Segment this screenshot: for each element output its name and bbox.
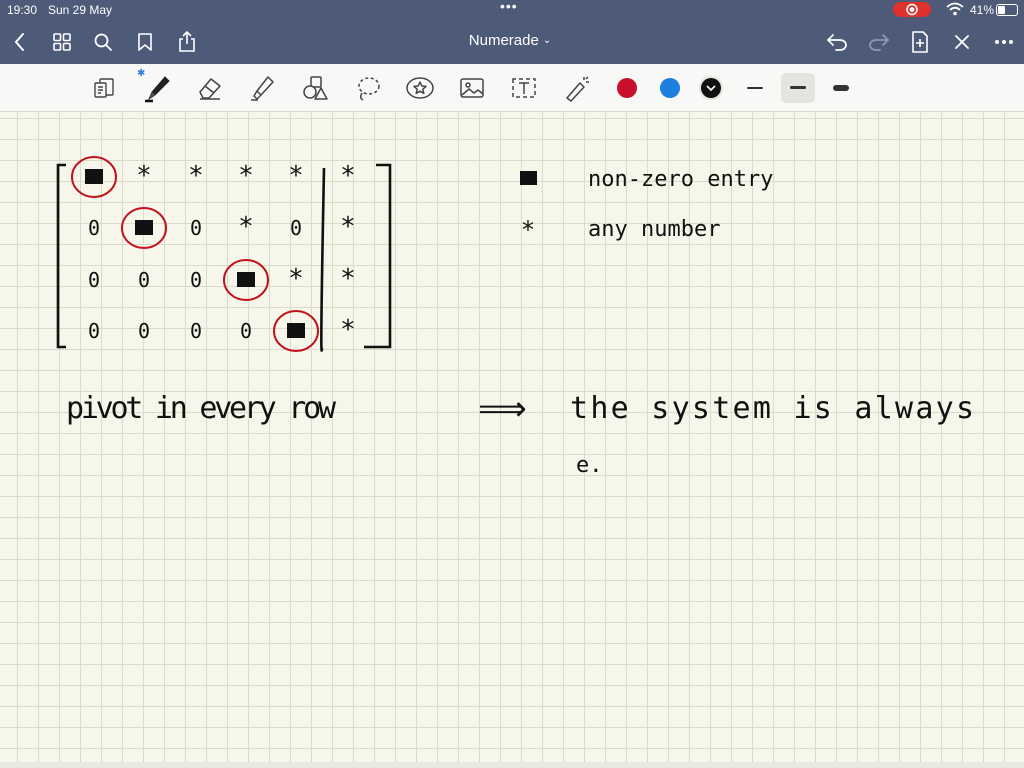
matrix-entry: 0 xyxy=(240,319,252,343)
matrix-entry: * xyxy=(340,264,356,294)
redo-icon[interactable] xyxy=(865,28,893,56)
stroke-thin[interactable] xyxy=(738,73,772,103)
pivot-entry xyxy=(85,169,103,184)
more-icon[interactable] xyxy=(990,28,1018,56)
eraser-icon[interactable] xyxy=(194,72,226,104)
matrix-entry: 0 xyxy=(88,319,100,343)
statement-arrow: ⟹ xyxy=(478,389,527,429)
color-black[interactable] xyxy=(701,78,721,98)
image-icon[interactable] xyxy=(456,72,488,104)
status-bar: 19:30 Sun 29 May ••• 41% xyxy=(0,0,1024,20)
close-icon[interactable] xyxy=(948,28,976,56)
matrix-entry: * xyxy=(188,161,204,191)
pivot-entry xyxy=(237,272,255,287)
matrix-entry: 0 xyxy=(88,268,100,292)
battery-percent: 41% xyxy=(970,3,995,17)
legend-label-any: any number xyxy=(588,217,720,242)
screen-record-icon[interactable] xyxy=(893,2,931,17)
battery-icon xyxy=(996,4,1018,16)
bookmark-icon[interactable] xyxy=(131,28,159,56)
document-title[interactable]: Numerade ⌄ xyxy=(440,32,580,49)
highlighter-icon[interactable] xyxy=(246,72,278,104)
matrix-entry: * xyxy=(340,315,356,345)
search-icon[interactable] xyxy=(89,28,117,56)
page-bottom-edge xyxy=(0,762,1024,768)
stickers-icon[interactable] xyxy=(404,72,436,104)
status-time: 19:30 xyxy=(7,3,38,17)
matrix-entry: * xyxy=(288,264,304,294)
matrix-entry: * xyxy=(238,212,254,242)
matrix-entry: 0 xyxy=(138,319,150,343)
stroke-thick[interactable] xyxy=(824,73,858,103)
augment-line xyxy=(320,167,326,352)
matrix-left-bracket xyxy=(56,163,66,349)
legend-symbol-nonzero xyxy=(520,171,537,185)
legend-label-nonzero: non-zero entry xyxy=(588,167,773,192)
matrix-entry: * xyxy=(238,161,254,191)
undo-icon[interactable] xyxy=(823,28,851,56)
handwriting-layer: * * * * * 0 0 * 0 * 0 0 0 * * 0 0 0 0 * non-zero entry * any n… xyxy=(56,156,974,478)
stroke-medium[interactable] xyxy=(781,73,815,103)
color-red[interactable] xyxy=(617,78,637,98)
color-blue[interactable] xyxy=(660,78,680,98)
matrix-entry: 0 xyxy=(190,268,202,292)
laser-pointer-icon[interactable] xyxy=(561,72,593,104)
nav-bar: Numerade ⌄ xyxy=(0,20,1024,64)
matrix-entry: * xyxy=(288,161,304,191)
bluetooth-icon: ✱ xyxy=(137,68,146,79)
legend-symbol-any: * xyxy=(521,216,535,244)
multitasking-dots[interactable]: ••• xyxy=(500,0,518,14)
note-canvas[interactable]: * * * * * 0 0 * 0 * 0 0 0 * * 0 0 0 0 * non-zero entry * any n… xyxy=(0,112,1024,762)
matrix-entry: 0 xyxy=(190,216,202,240)
statement-continuation: e. xyxy=(576,453,603,478)
wifi-icon xyxy=(946,2,964,16)
grid-icon[interactable] xyxy=(48,28,76,56)
toolbar: ✱ xyxy=(0,64,1024,112)
matrix-entry: 0 xyxy=(290,216,302,240)
matrix-entry: * xyxy=(340,161,356,191)
matrix-entry: 0 xyxy=(190,319,202,343)
statement-left: pivot in every row xyxy=(66,391,337,426)
lasso-icon[interactable] xyxy=(352,72,384,104)
text-icon[interactable] xyxy=(508,72,540,104)
document-title-text: Numerade xyxy=(468,32,539,49)
shapes-icon[interactable] xyxy=(299,72,331,104)
matrix-entry: 0 xyxy=(88,216,100,240)
share-icon[interactable] xyxy=(173,28,201,56)
pivot-entry xyxy=(135,220,153,235)
matrix-right-bracket xyxy=(364,163,392,349)
pivot-entry xyxy=(287,323,305,338)
title-chevron-down-icon: ⌄ xyxy=(542,35,552,46)
pen-icon[interactable] xyxy=(141,72,173,104)
matrix-entry: 0 xyxy=(138,268,150,292)
add-page-icon[interactable] xyxy=(906,28,934,56)
status-date: Sun 29 May xyxy=(48,3,113,17)
view-mode-icon[interactable] xyxy=(88,72,120,104)
back-chevron-icon[interactable] xyxy=(6,28,34,56)
matrix-entry: * xyxy=(136,161,152,191)
matrix-entry: * xyxy=(340,212,356,242)
statement-right: the system is always xyxy=(570,391,974,426)
